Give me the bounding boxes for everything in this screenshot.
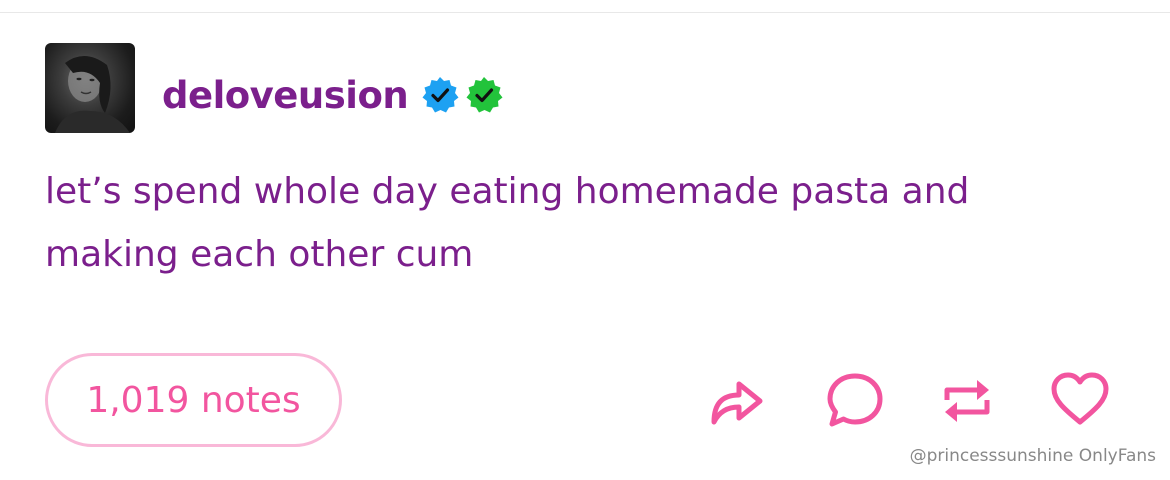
reblog-button[interactable] [937, 370, 997, 430]
verified-badge-green-icon[interactable] [464, 75, 504, 115]
share-icon [711, 381, 763, 425]
post-card: deloveusion let’s spend whole day eating… [0, 0, 1170, 480]
reply-button[interactable] [825, 370, 885, 430]
post-body: let’s spend whole day eating homemade pa… [45, 160, 1125, 286]
notes-label: 1,019 notes [86, 379, 301, 421]
notes-button[interactable]: 1,019 notes [45, 353, 342, 447]
post-text-line: making each other cum [45, 234, 474, 275]
avatar[interactable] [45, 43, 135, 133]
reblog-icon [944, 380, 990, 422]
username[interactable]: deloveusion [162, 74, 409, 117]
like-button[interactable] [1050, 370, 1110, 430]
post-actions [705, 370, 1125, 430]
reply-icon [827, 373, 883, 427]
watermark: @princesssunshine OnlyFans [909, 446, 1156, 466]
badges [420, 75, 504, 115]
avatar-image [55, 55, 130, 133]
share-button[interactable] [705, 370, 765, 430]
heart-icon [1051, 372, 1109, 425]
post-header: deloveusion [162, 70, 504, 120]
verified-badge-blue-icon[interactable] [420, 75, 460, 115]
post-text-line: let’s spend whole day eating homemade pa… [45, 171, 970, 212]
